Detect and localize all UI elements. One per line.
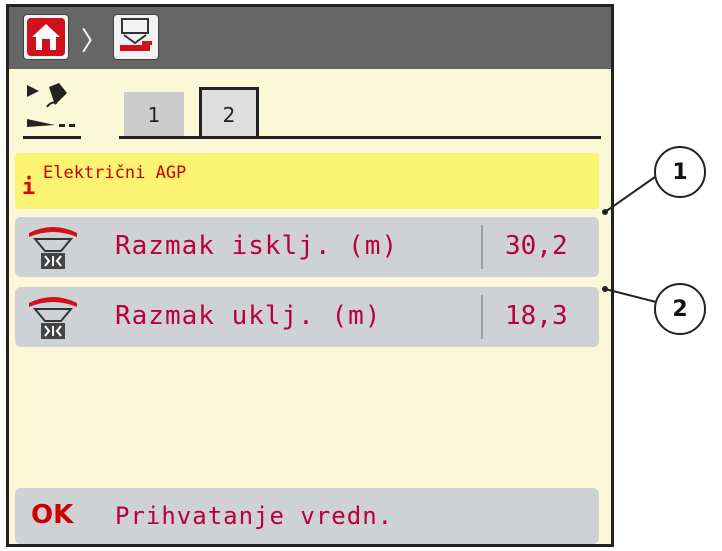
spreader-distance-icon bbox=[29, 297, 77, 339]
tab-underline bbox=[23, 136, 81, 139]
tab-label: 1 bbox=[147, 103, 161, 127]
machine-settings-button[interactable] bbox=[113, 14, 159, 60]
tab-label: 2 bbox=[222, 102, 236, 127]
breadcrumb-separator: 〉 bbox=[81, 27, 108, 57]
info-message: i Električni AGP bbox=[15, 153, 599, 209]
callout-2: 2 bbox=[654, 283, 706, 335]
ok-icon: OK bbox=[31, 500, 74, 530]
row-value[interactable]: 30,2 bbox=[505, 231, 568, 261]
info-icon: i bbox=[22, 175, 36, 200]
row-value[interactable]: 18,3 bbox=[505, 301, 568, 331]
accept-button-label: Prihvatanje vredn. bbox=[115, 502, 394, 530]
home-icon bbox=[27, 18, 65, 56]
tab-1[interactable]: 1 bbox=[124, 92, 184, 138]
switch-on-distance-row[interactable]: Razmak uklj. (m) 18,3 bbox=[15, 287, 599, 347]
callout-1: 1 bbox=[654, 146, 706, 198]
spreader-distance-icon bbox=[29, 227, 77, 269]
header-bar: 〉 bbox=[9, 7, 611, 69]
row-divider bbox=[481, 295, 483, 339]
machine-settings-icon bbox=[120, 18, 152, 51]
tab-2[interactable]: 2 bbox=[199, 87, 259, 139]
gps-satellite-icon bbox=[27, 83, 75, 127]
info-text: Električni AGP bbox=[43, 163, 187, 183]
row-label: Razmak uklj. (m) bbox=[115, 301, 382, 331]
switch-off-distance-row[interactable]: Razmak isklj. (m) 30,2 bbox=[15, 217, 599, 277]
terminal-screen: 〉 1 2 i Električni AGP Razmak isklj. (m)… bbox=[6, 4, 614, 547]
home-button[interactable] bbox=[23, 14, 69, 60]
row-label: Razmak isklj. (m) bbox=[115, 231, 399, 261]
tab-underline bbox=[119, 136, 601, 139]
accept-button[interactable]: OK Prihvatanje vredn. bbox=[15, 488, 599, 544]
row-divider bbox=[481, 225, 483, 269]
